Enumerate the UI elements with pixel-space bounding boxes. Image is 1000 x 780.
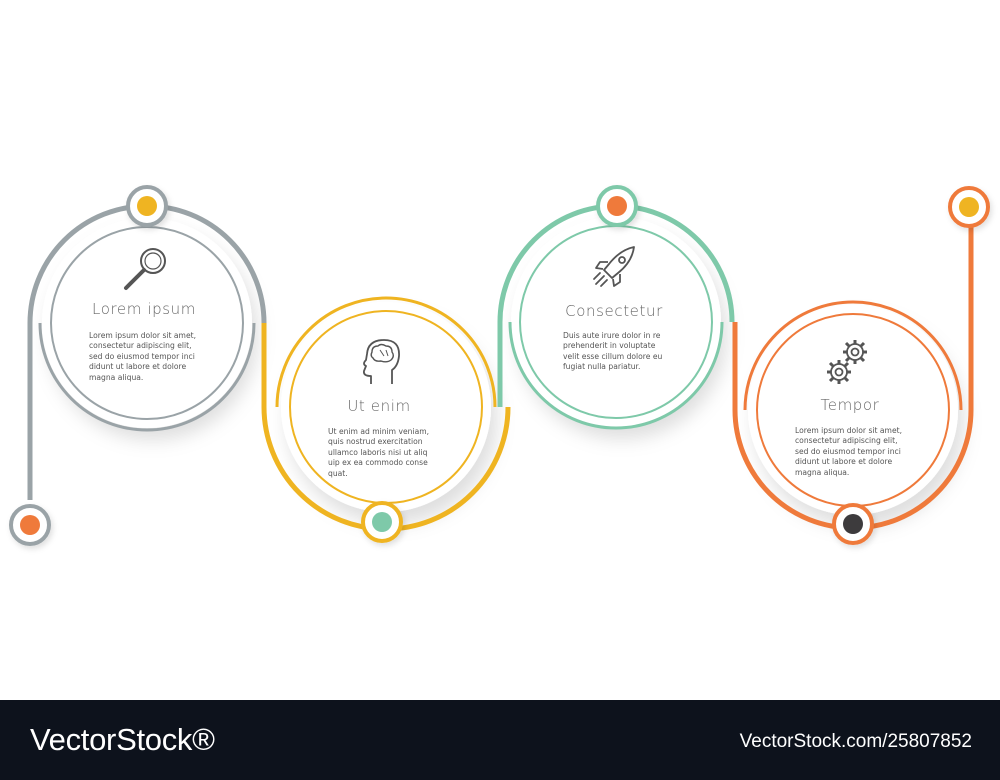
description-line: prehenderit in voluptate	[563, 341, 656, 351]
end-node	[948, 186, 990, 228]
description-line: quat.	[328, 468, 348, 478]
start-node	[9, 504, 51, 546]
description-line: didunt ut labore et dolore	[795, 457, 893, 467]
step-3-panel	[511, 217, 721, 427]
description-line: magna aliqua.	[795, 467, 850, 477]
step-2-description: Ut enim ad minim veniam, quis nostrud ex…	[328, 427, 478, 479]
step-4-title: Tempor	[820, 396, 880, 414]
step-2-title: Ut enim	[347, 397, 411, 415]
description-line: ullamco laboris nisi ut aliq	[328, 447, 428, 457]
description-line: sed do eiusmod tempor inci	[795, 446, 901, 456]
step-3-description: Duis aute irure dolor in re prehenderit …	[563, 331, 713, 373]
description-line: magna aliqua.	[89, 372, 144, 382]
step-1-title: Lorem ipsum	[92, 300, 196, 318]
description-line: Lorem ipsum dolor sit amet,	[89, 331, 197, 340]
step-3-title: Consectetur	[565, 302, 663, 320]
description-line: consectetur adipiscing elit,	[795, 436, 898, 446]
step-4-node	[832, 503, 874, 545]
description-line: sed do eiusmod tempor inci	[89, 351, 195, 361]
step-3-node	[596, 185, 638, 227]
description-line: consectetur adipiscing elit,	[89, 341, 192, 351]
timeline-infographic: Lorem ipsum Ut enim Consectetur Tempor L…	[0, 0, 1000, 700]
description-line: uip ex ea commodo conse	[328, 458, 428, 468]
step-4-description: Lorem ipsum dolor sit amet, consectetur …	[795, 426, 945, 478]
watermark-footer: VectorStock® VectorStock.com/25807852	[0, 700, 1000, 780]
description-line: quis nostrud exercitation	[328, 437, 423, 447]
step-2-node	[361, 501, 403, 543]
description-line: Lorem ipsum dolor sit amet,	[795, 426, 903, 435]
description-line: Ut enim ad minim veniam,	[328, 427, 430, 436]
image-id: VectorStock.com/25807852	[739, 731, 972, 752]
vectorstock-logo: VectorStock®	[30, 722, 215, 757]
description-line: fugiat nulla pariatur.	[563, 362, 641, 372]
description-line: Duis aute irure dolor in re	[563, 331, 661, 340]
step-1-description: Lorem ipsum dolor sit amet, consectetur …	[89, 331, 239, 383]
description-line: didunt ut labore et dolore	[89, 362, 187, 372]
description-line: velit esse cillum dolore eu	[563, 351, 663, 361]
step-1-node	[126, 185, 168, 227]
